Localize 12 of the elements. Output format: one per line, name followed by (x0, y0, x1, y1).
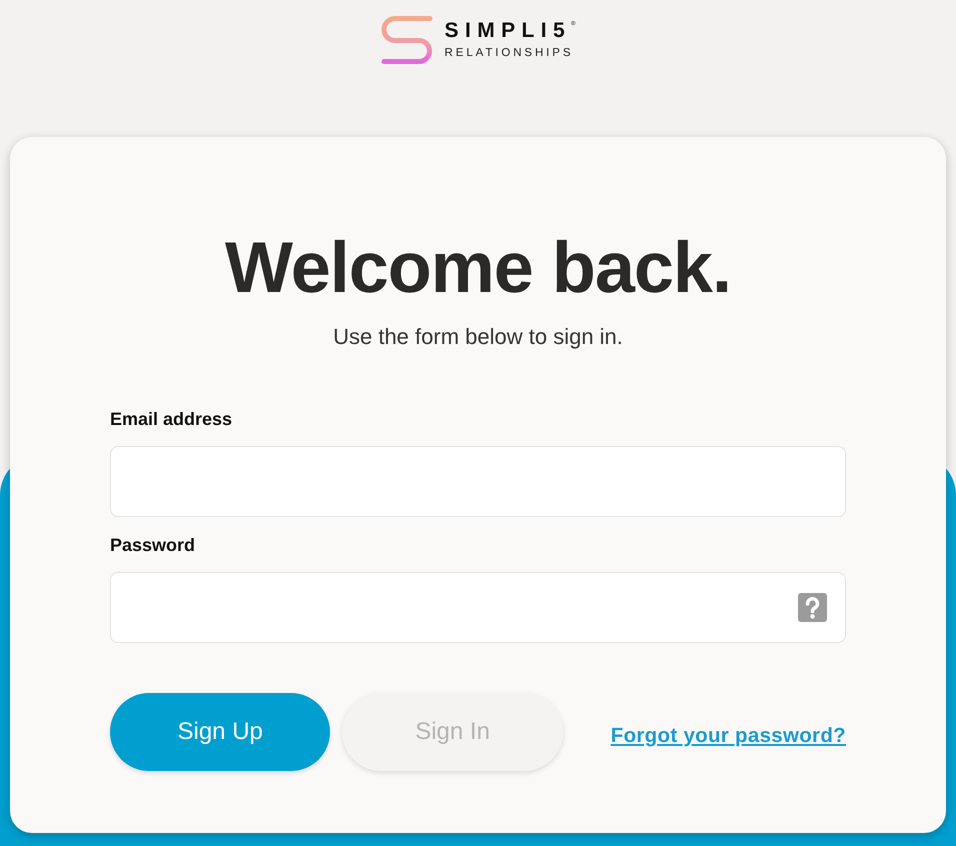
brand-tagline: RELATIONSHIPS (444, 48, 574, 60)
subtitle-text: Use the form below to sign in. (333, 323, 623, 351)
field-label: Password (110, 534, 196, 557)
brand-name: SIMPLI5$^{®}$ (444, 20, 576, 42)
input-field[interactable] (110, 446, 846, 517)
action-button[interactable]: Sign Up (110, 693, 330, 771)
input-field[interactable] (110, 572, 846, 643)
forgot-password-link[interactable]: Forgot your password? (610, 723, 846, 749)
page-title: Welcome back. (225, 230, 731, 307)
help-icon[interactable] (798, 593, 827, 622)
field-label: Email address (110, 408, 232, 431)
logo-icon (380, 15, 433, 65)
